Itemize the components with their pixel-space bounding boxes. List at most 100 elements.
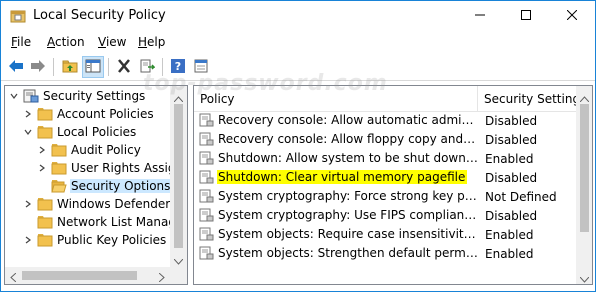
tree-item-audit-policy[interactable]: Audit Policy <box>37 141 142 159</box>
scroll-up-arrow-icon[interactable] <box>173 91 184 105</box>
tree-item-security-settings[interactable]: Security Settings <box>9 87 146 105</box>
table-row[interactable]: System cryptography: Use FIPS compliant … <box>194 207 576 226</box>
scroll-down-arrow-icon[interactable] <box>579 272 590 284</box>
policy-cell: System objects: Strengthen default permi… <box>198 246 478 260</box>
tree-item-user-rights-assignment[interactable]: User Rights Assignm <box>37 159 187 177</box>
policy-setting-icon <box>198 132 214 146</box>
maximize-icon <box>521 9 531 23</box>
tree-item-label: Account Policies <box>57 107 154 121</box>
list-vertical-scrollbar[interactable] <box>576 86 592 284</box>
tree-vertical-scrollbar[interactable] <box>170 86 187 267</box>
scrollbar-thumb[interactable] <box>22 271 137 280</box>
expand-chevron-icon[interactable] <box>23 199 33 209</box>
menu-bar: File Action View Help <box>1 31 595 53</box>
policy-name: Recovery console: Allow floppy copy and … <box>218 132 478 146</box>
toolbar-separator <box>53 58 54 76</box>
table-row[interactable]: Shutdown: Allow system to be shut down w… <box>194 150 576 169</box>
policy-cell: System cryptography: Force strong key pr… <box>198 189 478 203</box>
policy-setting-icon <box>198 227 214 241</box>
tree-item-public-key-policies[interactable]: Public Key Policies <box>23 231 167 249</box>
policy-setting-icon <box>198 208 214 222</box>
policy-name: System objects: Strengthen default permi… <box>218 246 478 260</box>
collapse-chevron-icon[interactable] <box>9 91 19 101</box>
table-row-highlighted[interactable]: Shutdown: Clear virtual memory pagefile … <box>194 169 576 188</box>
collapse-chevron-icon[interactable] <box>23 127 33 137</box>
scroll-down-arrow-icon[interactable] <box>173 254 184 268</box>
minimize-icon <box>475 9 485 23</box>
expand-chevron-icon[interactable] <box>37 145 47 155</box>
table-row[interactable]: System objects: Require case insensitivi… <box>194 226 576 245</box>
folder-icon <box>37 215 53 229</box>
tree-item-label: Security Options <box>70 179 172 193</box>
maximize-button[interactable] <box>503 1 549 31</box>
policy-list[interactable]: Policy Security Setting Recovery console… <box>193 85 593 285</box>
security-policy-app-icon <box>10 9 26 23</box>
menu-view[interactable]: View <box>98 35 126 49</box>
policy-name: Recovery console: Allow automatic admini… <box>218 113 478 127</box>
scroll-left-arrow-icon[interactable] <box>10 271 17 284</box>
policy-name: System cryptography: Use FIPS compliant … <box>218 208 478 222</box>
forward-icon <box>30 59 46 76</box>
properties-button[interactable] <box>190 56 212 78</box>
console-tree[interactable]: Security Settings Account Policies Local… <box>4 85 188 285</box>
folder-icon <box>37 197 53 211</box>
table-row[interactable]: System objects: Strengthen default permi… <box>194 245 576 264</box>
policy-cell: System objects: Require case insensitivi… <box>198 227 478 241</box>
menu-action[interactable]: Action <box>47 35 85 49</box>
show-hide-tree-icon <box>85 59 101 76</box>
expand-chevron-icon[interactable] <box>23 235 33 245</box>
policy-name: Shutdown: Clear virtual memory pagefile <box>217 170 468 184</box>
folder-icon <box>37 233 53 247</box>
menu-file[interactable]: File <box>11 35 31 49</box>
export-list-button[interactable] <box>136 56 158 78</box>
tree-item-label: Public Key Policies <box>57 233 167 247</box>
minimize-button[interactable] <box>457 1 503 31</box>
security-setting-value: Enabled <box>485 152 534 166</box>
tree-item-network-list-manager-policies[interactable]: Network List Manager P <box>23 213 188 231</box>
tree-item-windows-defender-firewall[interactable]: Windows Defender Fire <box>23 195 187 213</box>
column-header-policy[interactable]: Policy <box>194 86 478 112</box>
scroll-right-arrow-icon[interactable] <box>158 271 165 284</box>
tree-item-label: Audit Policy <box>71 143 141 157</box>
policy-name: Shutdown: Allow system to be shut down w… <box>218 151 478 165</box>
help-icon: ? <box>170 58 186 76</box>
expand-chevron-icon[interactable] <box>23 109 33 119</box>
tree-item-security-options[interactable]: Security Options <box>51 177 172 195</box>
close-icon <box>566 9 578 23</box>
tree-item-local-policies[interactable]: Local Policies <box>23 123 137 141</box>
policy-setting-icon <box>198 246 214 260</box>
export-list-icon <box>139 59 156 76</box>
toolbar-separator <box>108 58 109 76</box>
window-title: Local Security Policy <box>33 8 166 23</box>
table-row[interactable]: Recovery console: Allow floppy copy and … <box>194 131 576 150</box>
table-row[interactable]: System cryptography: Force strong key pr… <box>194 188 576 207</box>
up-folder-icon <box>62 59 78 76</box>
column-header-security-setting[interactable]: Security Setting <box>478 86 580 112</box>
show-hide-console-tree-button[interactable] <box>82 56 104 78</box>
close-button[interactable] <box>549 1 595 31</box>
tree-item-account-policies[interactable]: Account Policies <box>23 105 155 123</box>
policy-name: System objects: Require case insensitivi… <box>218 227 478 241</box>
svg-text:?: ? <box>175 60 181 73</box>
forward-button[interactable] <box>27 56 49 78</box>
tree-item-label: Network List Manager P <box>57 215 188 229</box>
delete-button[interactable] <box>113 56 135 78</box>
scrollbar-thumb[interactable] <box>580 104 589 232</box>
help-button[interactable]: ? <box>167 56 189 78</box>
folder-icon <box>51 161 67 175</box>
back-button[interactable] <box>5 56 27 78</box>
scrollbar-thumb[interactable] <box>174 104 183 248</box>
folder-open-icon <box>51 179 67 193</box>
menu-help[interactable]: Help <box>138 35 165 49</box>
delete-icon <box>116 58 132 76</box>
policy-setting-icon <box>198 151 214 165</box>
tree-horizontal-scrollbar[interactable] <box>5 267 187 284</box>
scroll-up-arrow-icon[interactable] <box>579 91 590 105</box>
security-setting-value: Disabled <box>485 114 538 128</box>
table-row[interactable]: Recovery console: Allow automatic admini… <box>194 112 576 131</box>
policy-setting-icon <box>198 189 214 203</box>
up-one-level-button[interactable] <box>59 56 81 78</box>
title-bar: Local Security Policy <box>1 1 595 31</box>
folder-icon <box>51 143 67 157</box>
expand-chevron-icon[interactable] <box>37 163 47 173</box>
